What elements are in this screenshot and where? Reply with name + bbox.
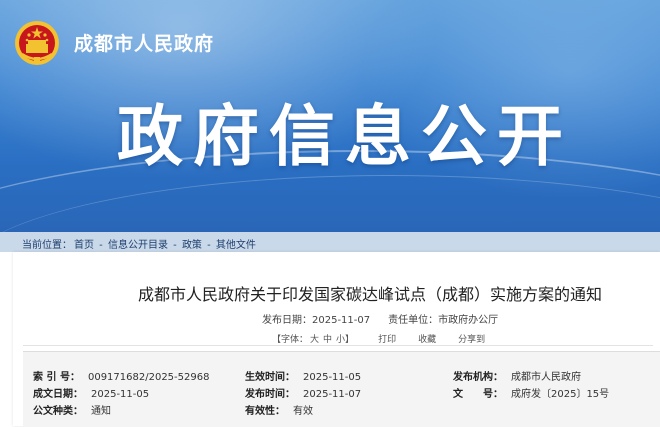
- published-time-label: 发布时间：: [245, 389, 295, 400]
- divider: [23, 345, 653, 346]
- published-time: 发布时间： 2025-11-07: [245, 385, 361, 400]
- header-banner: 成都市人民政府 政府信息公开: [0, 0, 660, 232]
- breadcrumb: 当前位置： 首页 - 信息公开目录 - 政策 - 其他文件: [0, 232, 660, 252]
- breadcrumb-policy[interactable]: 政策: [182, 240, 202, 251]
- document-number: 文 号： 成府发〔2025〕15号: [453, 385, 609, 400]
- breadcrumb-prefix: 当前位置：: [22, 240, 72, 251]
- font-small-button[interactable]: 小】: [336, 335, 354, 345]
- breadcrumb-info-catalog[interactable]: 信息公开目录: [108, 240, 168, 251]
- document-type-label: 公文种类：: [33, 406, 83, 417]
- font-large-button[interactable]: 大: [310, 335, 319, 345]
- publish-date-label: 发布日期：: [262, 315, 312, 326]
- written-date-label: 成文日期：: [33, 389, 83, 400]
- responsible-unit: 市政府办公厅: [438, 315, 499, 326]
- issuing-agency: 发布机构： 成都市人民政府: [453, 368, 581, 383]
- breadcrumb-trail: 当前位置： 首页 - 信息公开目录 - 政策 - 其他文件: [22, 236, 258, 251]
- validity-label: 有效性：: [245, 406, 285, 417]
- share-button[interactable]: 分享到: [458, 335, 485, 345]
- issuing-agency-value: 成都市人民政府: [511, 372, 581, 383]
- print-button[interactable]: 打印: [378, 335, 396, 345]
- written-date-value: 2025-11-05: [91, 389, 150, 400]
- document-type: 公文种类： 通知: [33, 402, 111, 417]
- hero-title: 政府信息公开: [117, 98, 573, 175]
- effective-time-label: 生效时间：: [245, 372, 295, 383]
- favorite-button[interactable]: 收藏: [418, 335, 436, 345]
- breadcrumb-separator: -: [169, 240, 180, 251]
- validity-value: 有效: [293, 406, 313, 417]
- document-type-value: 通知: [91, 406, 111, 417]
- font-medium-button[interactable]: 中: [323, 335, 332, 345]
- effective-time-value: 2025-11-05: [303, 372, 362, 383]
- font-size-switcher: 【字体：大中小】: [272, 335, 356, 345]
- responsible-unit-label: 责任单位：: [388, 315, 439, 326]
- document-number-label: 文 号：: [453, 389, 503, 400]
- document-info-table: 索 引 号： 009171682/2025-52968 生效时间： 2025-11-…: [23, 351, 660, 427]
- article-tools: 【字体：大中小】 打印 收藏 分享到: [272, 332, 485, 345]
- breadcrumb-separator: -: [203, 240, 214, 251]
- effective-time: 生效时间： 2025-11-05: [245, 368, 361, 383]
- site-name[interactable]: 成都市人民政府: [74, 29, 214, 56]
- index-number-value: 009171682/2025-52968: [87, 372, 210, 383]
- document-number-value: 成府发〔2025〕15号: [511, 389, 610, 400]
- publish-date: 2025-11-07: [312, 315, 371, 326]
- breadcrumb-other-files[interactable]: 其他文件: [216, 240, 256, 251]
- breadcrumb-home[interactable]: 首页: [74, 240, 94, 251]
- article-meta: 发布日期：2025-11-07 责任单位：市政府办公厅: [262, 311, 498, 326]
- validity: 有效性： 有效: [245, 402, 313, 417]
- article-title: 成都市人民政府关于印发国家碳达峰试点（成都）实施方案的通知: [137, 285, 602, 304]
- index-number-label: 索 引 号：: [33, 372, 80, 383]
- published-time-value: 2025-11-07: [303, 389, 362, 400]
- breadcrumb-separator: -: [96, 240, 106, 251]
- issuing-agency-label: 发布机构：: [453, 372, 503, 383]
- written-date: 成文日期： 2025-11-05: [33, 385, 149, 400]
- font-size-label: 【字体：: [272, 335, 309, 345]
- national-emblem-icon[interactable]: [14, 20, 60, 66]
- index-number: 索 引 号： 009171682/2025-52968: [33, 368, 209, 383]
